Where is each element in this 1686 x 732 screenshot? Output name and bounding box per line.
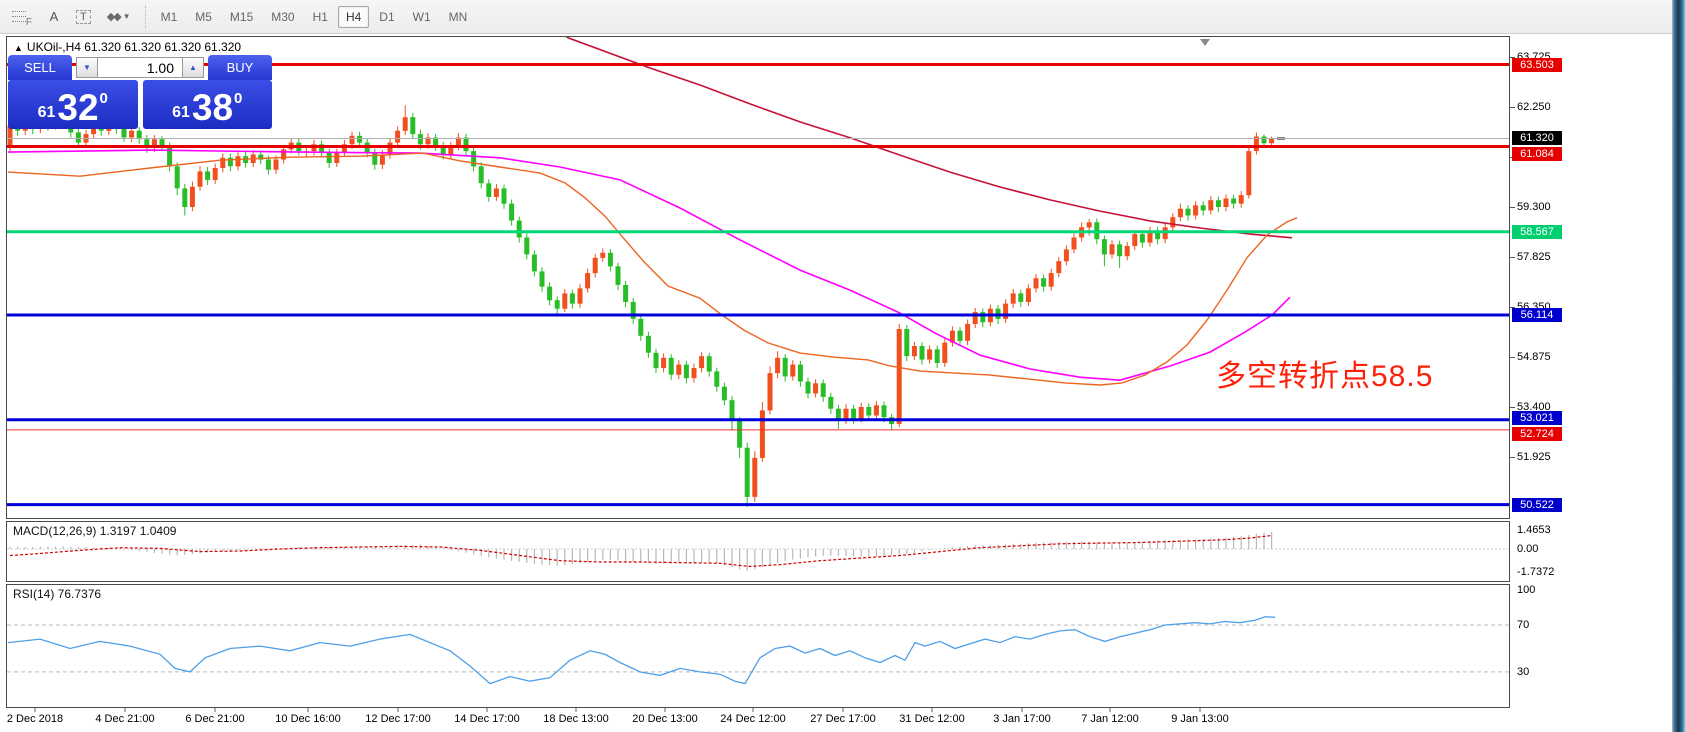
price-axis-tick — [1510, 457, 1515, 458]
volume-increase-button[interactable]: ▲ — [182, 57, 204, 78]
price-level-badge: 61.084 — [1512, 147, 1562, 161]
chart-annotation-text: 多空转折点58.5 — [1216, 351, 1433, 395]
toolbar-separator — [145, 6, 146, 28]
volume-decrease-button[interactable]: ▼ — [76, 57, 98, 78]
price-axis-tick — [1510, 107, 1515, 108]
price-level-badge: 61.320 — [1512, 131, 1562, 145]
volume-control: ▼ ▲ — [72, 55, 208, 80]
buy-price-point: 0 — [234, 90, 242, 107]
tab-timeframe-h1[interactable]: H1 — [305, 6, 336, 28]
price-level-badge: 53.021 — [1512, 411, 1562, 425]
time-axis-label: 12 Dec 17:00 — [365, 713, 430, 725]
price-level-badge: 50.522 — [1512, 498, 1562, 512]
sell-price-pips: 32 — [57, 91, 98, 125]
arrows-tool-button[interactable]: ◆◆ ▼ — [100, 5, 138, 29]
macd-indicator-label: MACD(12,26,9) 1.3197 1.0409 — [13, 524, 176, 538]
time-axis-label: 2 Dec 2018 — [7, 713, 63, 725]
price-axis-label: 54.875 — [1517, 351, 1551, 363]
rsi-axis-label: 30 — [1517, 666, 1529, 678]
time-axis-label: 7 Jan 12:00 — [1081, 713, 1139, 725]
tab-timeframe-m1[interactable]: M1 — [153, 6, 186, 28]
price-axis-tick — [1510, 257, 1515, 258]
rsi-axis-label: 100 — [1517, 584, 1535, 596]
time-axis-label: 4 Dec 21:00 — [95, 713, 154, 725]
price-level-badge: 63.503 — [1512, 58, 1562, 72]
tab-timeframe-m5[interactable]: M5 — [187, 6, 220, 28]
price-axis-label: 57.825 — [1517, 251, 1551, 263]
time-axis-label: 9 Jan 13:00 — [1171, 713, 1229, 725]
time-axis-label: 18 Dec 13:00 — [543, 713, 608, 725]
price-axis-label: 59.300 — [1517, 201, 1551, 213]
text-icon: A — [50, 9, 59, 24]
macd-axis-label: 0.00 — [1517, 543, 1538, 555]
buy-price-whole: 61 — [172, 104, 190, 122]
price-level-badge: 58.567 — [1512, 225, 1562, 239]
price-axis-tick — [1510, 207, 1515, 208]
time-axis-label: 10 Dec 16:00 — [275, 713, 340, 725]
buy-price-button[interactable]: 61 38 0 — [143, 80, 273, 129]
time-axis-label: 27 Dec 17:00 — [810, 713, 875, 725]
sell-price-button[interactable]: 61 32 0 — [8, 80, 138, 129]
tab-timeframe-m15[interactable]: M15 — [222, 6, 261, 28]
chart-title: ▲UKOil-,H4 61.320 61.320 61.320 61.320 — [14, 40, 241, 54]
time-axis-label: 3 Jan 17:00 — [993, 713, 1051, 725]
text-tool-button[interactable]: A — [41, 5, 67, 29]
rsi-pane[interactable] — [6, 584, 1510, 708]
toolbar: F A T ◆◆ ▼ M1M5M15M30H1H4D1W1MN — [0, 0, 1672, 34]
one-click-trading-panel: SELL ▼ ▲ BUY 61 32 0 61 38 0 — [8, 55, 272, 129]
tab-timeframe-mn[interactable]: MN — [441, 6, 476, 28]
price-level-badge: 52.724 — [1512, 427, 1562, 441]
time-axis-label: 14 Dec 17:00 — [454, 713, 519, 725]
time-axis-label: 20 Dec 13:00 — [632, 713, 697, 725]
chevron-down-icon: ▼ — [123, 12, 131, 21]
price-axis-label: 51.925 — [1517, 451, 1551, 463]
macd-axis-label: 1.4653 — [1517, 524, 1551, 536]
tab-timeframe-h4[interactable]: H4 — [338, 6, 369, 28]
buy-price-pips: 38 — [192, 91, 233, 125]
sell-price-point: 0 — [100, 90, 108, 107]
sell-price-whole: 61 — [38, 104, 56, 122]
rsi-axis-label: 70 — [1517, 619, 1529, 631]
text-label-icon: T — [76, 10, 91, 24]
tab-timeframe-w1[interactable]: W1 — [405, 6, 439, 28]
tab-timeframe-d1[interactable]: D1 — [371, 6, 402, 28]
arrows-icon: ◆◆ — [107, 10, 120, 23]
fibonacci-tool-button[interactable]: F — [5, 5, 39, 29]
scroll-position-marker-icon — [1200, 39, 1210, 46]
price-axis-tick — [1510, 407, 1515, 408]
rsi-indicator-label: RSI(14) 76.7376 — [13, 587, 101, 601]
buy-button[interactable]: BUY — [208, 55, 272, 80]
volume-input[interactable] — [98, 57, 182, 78]
symbol-collapse-icon: ▲ — [14, 43, 23, 53]
timeframe-row: M1M5M15M30H1H4D1W1MN — [152, 6, 477, 28]
macd-axis-label: -1.7372 — [1517, 566, 1554, 578]
macd-pane[interactable] — [6, 521, 1510, 582]
time-axis-label: 31 Dec 12:00 — [899, 713, 964, 725]
price-level-badge: 56.114 — [1512, 308, 1562, 322]
price-axis-label: 62.250 — [1517, 101, 1551, 113]
tab-timeframe-m30[interactable]: M30 — [263, 6, 302, 28]
time-axis-label: 6 Dec 21:00 — [185, 713, 244, 725]
window-edge-strip — [1672, 0, 1686, 732]
sell-button[interactable]: SELL — [8, 55, 72, 80]
text-label-tool-button[interactable]: T — [69, 5, 98, 29]
time-axis-label: 24 Dec 12:00 — [720, 713, 785, 725]
fibonacci-icon: F — [12, 8, 32, 26]
price-axis-tick — [1510, 357, 1515, 358]
